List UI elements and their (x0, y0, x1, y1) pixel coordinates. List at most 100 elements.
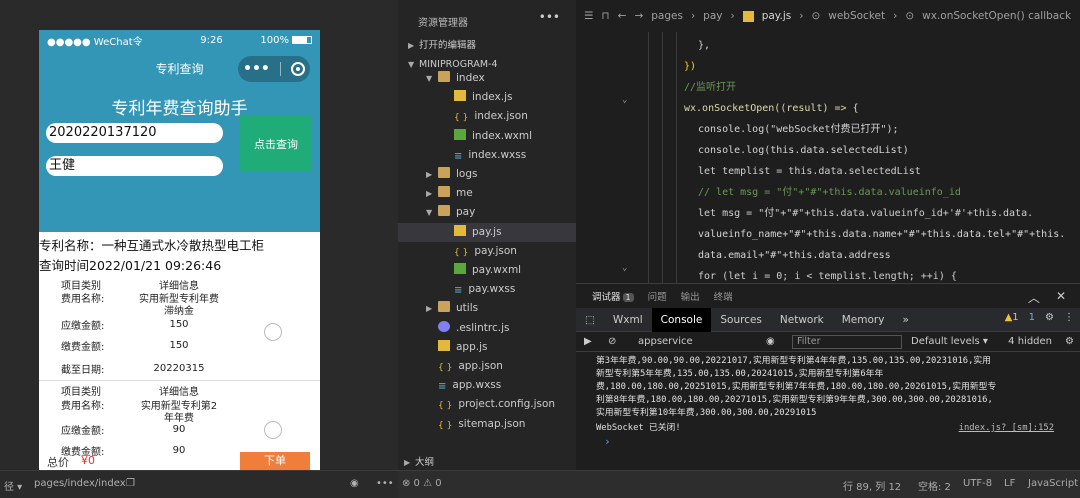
eol-setting[interactable]: LF (1004, 478, 1015, 489)
simulator-panel: ●●●●● WeChat令 9:26 100% 专利查询 ••• 专利年费查询助… (0, 0, 398, 470)
tree-item-label: logs (456, 168, 478, 180)
tab-network[interactable]: Network (771, 308, 833, 332)
eye-icon[interactable]: ◉ (350, 478, 359, 489)
console-prompt[interactable]: › (596, 435, 1080, 448)
console-log-line: 第3年年费,90.00,90.00,20221017,实用新型专利第4年年费,1… (596, 356, 991, 366)
select-radio[interactable] (264, 421, 282, 439)
info-count[interactable]: 1 (1029, 312, 1035, 323)
crumb-callback[interactable]: wx.onSocketOpen() callback (922, 10, 1071, 22)
tree-item[interactable]: ▼ pay (398, 203, 576, 222)
tree-item[interactable]: ▶ logs (398, 165, 576, 184)
cursor-position[interactable]: 行 89, 列 12 (843, 478, 901, 493)
back-arrow-icon[interactable]: ← (618, 10, 627, 22)
crumb-pages[interactable]: pages (651, 10, 683, 22)
tree-item[interactable]: pay.wxml (398, 261, 576, 280)
capsule-menu[interactable]: ••• (238, 56, 310, 82)
eye-icon[interactable]: ◉ (766, 336, 775, 347)
devtools-tabs: ⬚ Wxml Console Sources Network Memory » … (576, 307, 1080, 332)
context-select[interactable]: appservice (638, 336, 758, 347)
json-file-icon: { } (438, 363, 453, 373)
bookmark-icon[interactable]: ⊓ (601, 10, 609, 22)
settings-gear-icon[interactable]: ⚙ (1045, 312, 1054, 323)
tree-item[interactable]: ≡ index.wxss (398, 146, 576, 165)
tab-debugger[interactable]: 调试器 1 (592, 289, 634, 303)
status-time: 9:26 (200, 34, 223, 46)
fee-row: 滞纳金 (39, 304, 320, 317)
select-radio[interactable] (264, 323, 282, 341)
tab-memory[interactable]: Memory (833, 308, 894, 332)
close-icon[interactable]: ✕ (1056, 289, 1066, 306)
capsule-divider (279, 62, 281, 76)
menu-icon[interactable]: ☰ (584, 10, 593, 22)
encoding-setting[interactable]: UTF-8 (963, 478, 992, 489)
patent-number-input[interactable]: 2020220137120 (46, 123, 223, 143)
tab-terminal[interactable]: 终端 (714, 289, 733, 303)
filter-input[interactable]: Filter (792, 335, 902, 349)
tree-item[interactable]: ≡ pay.wxss (398, 280, 576, 299)
forward-arrow-icon[interactable]: → (634, 10, 643, 22)
clear-console-icon[interactable]: ⊘ (608, 336, 616, 347)
tree-item[interactable]: ▼ index (398, 69, 576, 88)
tab-output[interactable]: 输出 (681, 289, 700, 303)
open-editors-section[interactable]: ▶ 打开的编辑器 (398, 36, 476, 55)
tree-item[interactable]: index.wxml (398, 127, 576, 146)
indent-setting[interactable]: 空格: 2 (918, 478, 951, 493)
inspect-icon[interactable]: ⬚ (576, 308, 604, 332)
wxml-file-icon (454, 128, 466, 140)
tree-item[interactable]: { } index.json (398, 107, 576, 126)
crumb-pay[interactable]: pay (703, 10, 722, 22)
console-settings-icon[interactable]: ⚙ (1065, 336, 1074, 347)
tree-item[interactable]: { } pay.json (398, 242, 576, 261)
tab-sources[interactable]: Sources (711, 308, 771, 332)
levels-select[interactable]: Default levels ▾ (911, 336, 988, 347)
tree-item[interactable]: { } sitemap.json (398, 415, 576, 434)
fold-chevron-icon[interactable]: ⌄ (622, 95, 627, 105)
fold-chevron-icon[interactable]: ⌄ (622, 263, 627, 273)
code-area[interactable]: ⌄ ⌄ },}) //监听打开 wx.onSocketOpen((result) =… (576, 32, 1080, 283)
tab-problems[interactable]: 问题 (648, 289, 667, 303)
symbol-icon: ⊙ (905, 10, 915, 22)
more-dots-icon[interactable]: ••• (243, 61, 270, 77)
tree-item[interactable]: ▶ me (398, 184, 576, 203)
zoom-select[interactable]: 径 ▾ (4, 478, 22, 493)
console-log-line: 新型专利第5年年费,135.00,135.00,20241015,实用新型专利第… (596, 369, 884, 379)
sidebar-toggle-icon[interactable]: ▶ (584, 336, 592, 347)
tree-item[interactable]: { } project.config.json (398, 395, 576, 414)
crumb-websocket[interactable]: webSocket (828, 10, 885, 22)
copy-icon[interactable]: ❐ (126, 478, 135, 489)
tree-item[interactable]: app.js (398, 338, 576, 357)
wxss-file-icon: ≡ (438, 381, 447, 393)
order-bar: 总价 ¥0 下单 (39, 452, 320, 470)
query-button[interactable]: 点击查询 (240, 116, 312, 172)
chevron-right-icon: ▶ (426, 304, 433, 314)
more-icon[interactable]: ••• (376, 478, 394, 489)
tree-item[interactable]: index.js (398, 88, 576, 107)
chevron-up-icon[interactable]: ︿ (1028, 289, 1040, 306)
console-output: 第3年年费,90.00,90.00,20221017,实用新型专利第4年年费,1… (576, 352, 1080, 448)
problems-indicator[interactable]: ⊗ 0 ⚠ 0 (402, 478, 442, 489)
outline-section[interactable]: ▶ 大纲 (398, 454, 576, 470)
language-mode[interactable]: JavaScript (1028, 478, 1078, 489)
console-log-line: 费,180.00,180.00,20251015,实用新型专利第7年年费,180… (596, 382, 997, 392)
warning-count[interactable]: ▲1 (1005, 312, 1019, 323)
wxss-file-icon: ≡ (454, 150, 463, 162)
explorer-more-icon[interactable]: ••• (539, 10, 560, 24)
order-button[interactable]: 下单 (240, 452, 310, 470)
crumb-file[interactable]: pay.js (762, 10, 792, 22)
tree-item[interactable]: ▶ utils (398, 299, 576, 318)
more-vert-icon[interactable]: ⋮ (1064, 312, 1074, 323)
source-link[interactable]: index.js? [sm]:152 (959, 422, 1054, 435)
tab-console[interactable]: Console (651, 307, 712, 332)
code-line: console.log("webSocket付费已打开"); (698, 124, 899, 135)
tree-item[interactable]: ≡ app.wxss (398, 376, 576, 395)
debug-panel: 调试器 1 问题 输出 终端 ︿ ✕ ⬚ Wxml Console Sources… (576, 283, 1080, 470)
tab-wxml[interactable]: Wxml (604, 308, 652, 332)
js-file-icon (742, 10, 754, 22)
close-miniprogram-icon[interactable] (290, 62, 305, 76)
tree-item[interactable]: pay.js (398, 222, 576, 242)
tree-item[interactable]: { } app.json (398, 357, 576, 376)
tree-item[interactable]: .eslintrc.js (398, 319, 576, 338)
more-tabs-button[interactable]: » (893, 308, 917, 332)
applicant-name-input[interactable]: 王健 (46, 156, 223, 176)
battery-label: 100% (260, 34, 289, 46)
